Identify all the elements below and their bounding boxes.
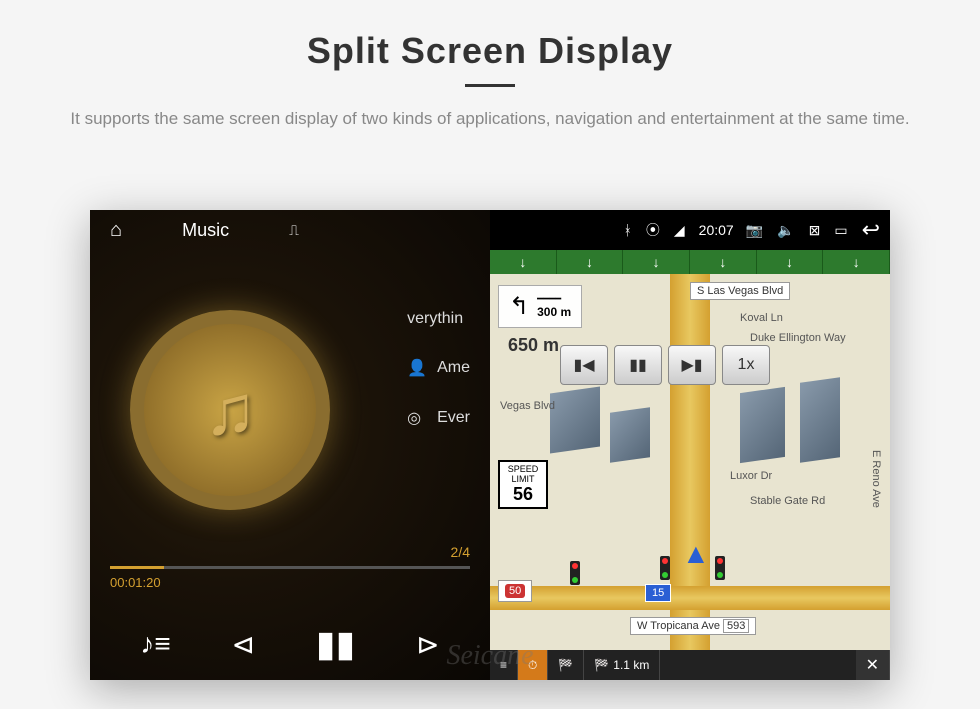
wifi-icon: ◢ — [674, 222, 685, 239]
building-icon — [740, 387, 785, 463]
track-info: verythin 👤 Ame ◎ Ever — [407, 310, 470, 458]
route-info-button[interactable]: ⏱ — [518, 650, 548, 680]
lane-arrow-icon: ↓ — [690, 250, 757, 274]
music-status-bar: ⌂ Music ⎍ — [90, 210, 490, 250]
disc-icon: ◎ — [407, 408, 427, 428]
recent-apps-icon[interactable]: ▭ — [834, 222, 847, 239]
artist-name: Ame — [437, 359, 470, 377]
track-title: verythin — [407, 310, 463, 328]
person-icon: 👤 — [407, 358, 427, 378]
street-label: E Reno Ave — [870, 450, 882, 508]
music-app-label: Music — [182, 220, 229, 241]
clock: 20:07 — [699, 222, 734, 238]
album-name: Ever — [437, 409, 470, 427]
location-icon: ⦿ — [646, 220, 660, 240]
track-counter: 2/4 — [110, 544, 470, 560]
speed-limit-value: 56 — [502, 484, 544, 505]
approach-distance: 650 m — [508, 335, 559, 356]
map-media-controls: ▮◀ ▮▮ ▶▮ 1x — [560, 345, 770, 385]
page-title: Split Screen Display — [0, 30, 980, 72]
lane-arrow-icon: ↓ — [623, 250, 690, 274]
next-button[interactable]: ⊳ — [416, 628, 439, 661]
navigation-pane: ᚼ ⦿ ◢ 20:07 📷 🔈 ⊠ ▭ ↩ ↓ ↓ ↓ ↓ ↓ ↓ — [490, 210, 890, 680]
speed-limit-sign: SPEED LIMIT 56 — [498, 460, 548, 509]
remaining-distance: 🏁1.1 km — [584, 650, 660, 680]
lane-arrow-icon: ↓ — [490, 250, 557, 274]
turn-distance: 300 m — [537, 305, 571, 319]
progress-area: 2/4 00:01:20 — [110, 544, 470, 590]
artist-row: 👤 Ame — [407, 358, 470, 378]
traffic-light-icon — [715, 556, 725, 580]
street-label: S Las Vegas Blvd — [690, 282, 790, 300]
speed-limit-label: SPEED LIMIT — [502, 464, 544, 484]
music-note-icon: ♫ — [204, 370, 257, 450]
speed-multiplier-button[interactable]: 1x — [722, 345, 770, 385]
album-art: ♫ — [130, 310, 330, 510]
building-icon — [550, 386, 600, 453]
pause-button[interactable]: ▮▮ — [316, 623, 356, 665]
nav-bottom-bar: ≡ ⏱ 🏁 🏁1.1 km ✕ — [490, 650, 890, 680]
progress-bar[interactable] — [110, 566, 470, 569]
lane-arrow-icon: ↓ — [557, 250, 624, 274]
progress-fill — [110, 566, 164, 569]
close-button[interactable]: ✕ — [856, 650, 890, 680]
track-title-row: verythin — [407, 310, 470, 328]
bluetooth-icon: ᚼ — [623, 222, 631, 238]
building-icon — [800, 377, 840, 463]
building-icon — [610, 407, 650, 463]
system-status-bar: ᚼ ⦿ ◢ 20:07 📷 🔈 ⊠ ▭ ↩ — [490, 210, 890, 250]
traffic-light-icon — [660, 556, 670, 580]
lane-arrow-icon: ↓ — [823, 250, 890, 274]
street-label: Koval Ln — [740, 312, 783, 324]
album-row: ◎ Ever — [407, 408, 470, 428]
previous-button[interactable]: ⊲ — [231, 628, 254, 661]
home-icon[interactable]: ⌂ — [110, 219, 122, 242]
map-canvas[interactable]: ↓ ↓ ↓ ↓ ↓ ↓ S Las Vegas Blvd Koval Ln Du… — [490, 250, 890, 650]
lane-guidance: ↓ ↓ ↓ ↓ ↓ ↓ — [490, 250, 890, 274]
usb-icon: ⎍ — [289, 222, 299, 239]
title-underline — [465, 84, 515, 87]
menu-button[interactable]: ≡ — [490, 650, 518, 680]
playlist-button[interactable]: ♪≡ — [140, 628, 170, 660]
route-number: 50 — [505, 584, 525, 598]
music-controls: ♪≡ ⊲ ▮▮ ⊳ — [90, 623, 490, 665]
volume-icon[interactable]: 🔈 — [777, 222, 794, 239]
device-screen: ⌂ Music ⎍ ♫ verythin 👤 Ame ◎ Ever 2/4 — [90, 210, 890, 680]
elapsed-time: 00:01:20 — [110, 575, 470, 590]
interstate-shield: 15 — [645, 584, 671, 602]
close-app-icon[interactable]: ⊠ — [809, 222, 821, 239]
turn-left-icon: ↰ — [509, 292, 529, 321]
music-pane: ⌂ Music ⎍ ♫ verythin 👤 Ame ◎ Ever 2/4 — [90, 210, 490, 680]
route-shield: 50 — [498, 580, 532, 602]
turn-instruction: ↰ ━━━━ 300 m — [498, 285, 582, 328]
screenshot-icon[interactable]: 📷 — [746, 222, 763, 239]
street-label: Vegas Blvd — [500, 400, 555, 412]
traffic-light-icon — [570, 561, 580, 585]
page-subtitle: It supports the same screen display of t… — [65, 105, 915, 132]
destination-button[interactable]: 🏁 — [548, 650, 584, 680]
street-label: Luxor Dr — [730, 470, 772, 482]
vehicle-cursor-icon: ▲ — [682, 538, 710, 570]
street-label: Stable Gate Rd — [750, 495, 825, 507]
street-label: W Tropicana Ave 593 — [630, 617, 756, 635]
back-icon[interactable]: ↩ — [862, 217, 880, 243]
cross-road — [490, 586, 890, 610]
map-prev-button[interactable]: ▮◀ — [560, 345, 608, 385]
lane-arrow-icon: ↓ — [757, 250, 824, 274]
street-label: Duke Ellington Way — [750, 332, 846, 344]
map-pause-button[interactable]: ▮▮ — [614, 345, 662, 385]
map-next-button[interactable]: ▶▮ — [668, 345, 716, 385]
